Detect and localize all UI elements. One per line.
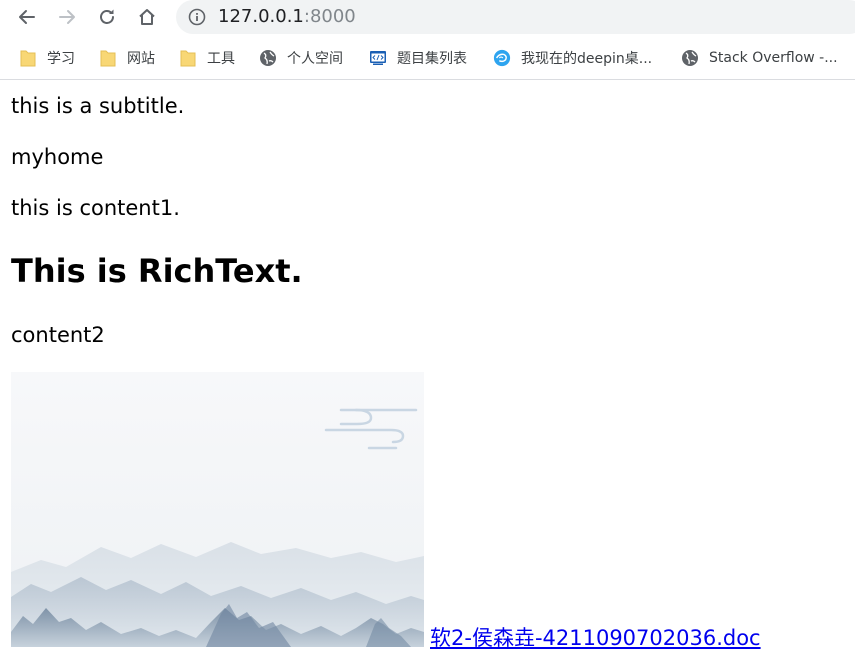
bookmark-deepin[interactable]: 我现在的deepin桌... [493, 46, 652, 70]
bookmark-problem-list[interactable]: 题目集列表 [369, 46, 467, 70]
reload-icon [100, 9, 114, 24]
back-button[interactable] [15, 5, 39, 29]
bookmarks-divider [0, 79, 855, 80]
bookmark-label: 个人空间 [287, 51, 343, 67]
folder-icon [179, 49, 197, 67]
info-icon[interactable] [188, 8, 206, 26]
bookmark-label: 题目集列表 [397, 51, 467, 67]
landscape-image [11, 372, 424, 647]
bookmark-personal-space[interactable]: 个人空间 [259, 46, 343, 70]
url-port: :8000 [303, 6, 356, 27]
arrow-right-icon [59, 10, 75, 24]
content2-text: content2 [11, 323, 105, 347]
forward-button[interactable] [55, 5, 79, 29]
bookmark-label: 学习 [47, 51, 75, 67]
home-button[interactable] [135, 5, 159, 29]
richtext-heading: This is RichText. [11, 252, 303, 290]
globe-icon [681, 49, 699, 67]
bookmark-label: Stack Overflow -... [709, 50, 838, 66]
bookmark-label: 我现在的deepin桌... [521, 51, 653, 67]
bookmark-xuexi[interactable]: 学习 [19, 46, 75, 70]
doc-download-link[interactable]: 软2-侯森垚-4211090702036.doc [430, 624, 761, 652]
code-window-icon [369, 49, 387, 67]
address-url[interactable]: 127.0.0.1:8000 [218, 5, 356, 29]
subtitle-text: this is a subtitle. [11, 94, 185, 118]
bookmark-gongju[interactable]: 工具 [179, 46, 235, 70]
url-host: 127.0.0.1 [218, 6, 304, 27]
folder-icon [19, 49, 37, 67]
arrow-left-icon [19, 10, 35, 24]
home-text: myhome [11, 145, 104, 169]
globe-icon [259, 49, 277, 67]
reload-button[interactable] [95, 5, 119, 29]
bookmark-label: 工具 [207, 51, 235, 67]
bookmark-label: 网站 [127, 51, 155, 67]
bookmarks-bar: 学习 网站 工具 个人空间 题目集列表 我现在的deepin桌... Stack… [0, 40, 855, 78]
deepin-logo-icon [493, 49, 511, 67]
browser-toolbar: 127.0.0.1:8000 [0, 0, 855, 34]
bookmark-wangzhan[interactable]: 网站 [99, 46, 155, 70]
address-bar[interactable]: 127.0.0.1:8000 [176, 0, 855, 34]
folder-icon [99, 49, 117, 67]
content1-text: this is content1. [11, 196, 180, 220]
bookmark-stackoverflow[interactable]: Stack Overflow -... [681, 46, 838, 70]
home-icon [139, 9, 155, 25]
